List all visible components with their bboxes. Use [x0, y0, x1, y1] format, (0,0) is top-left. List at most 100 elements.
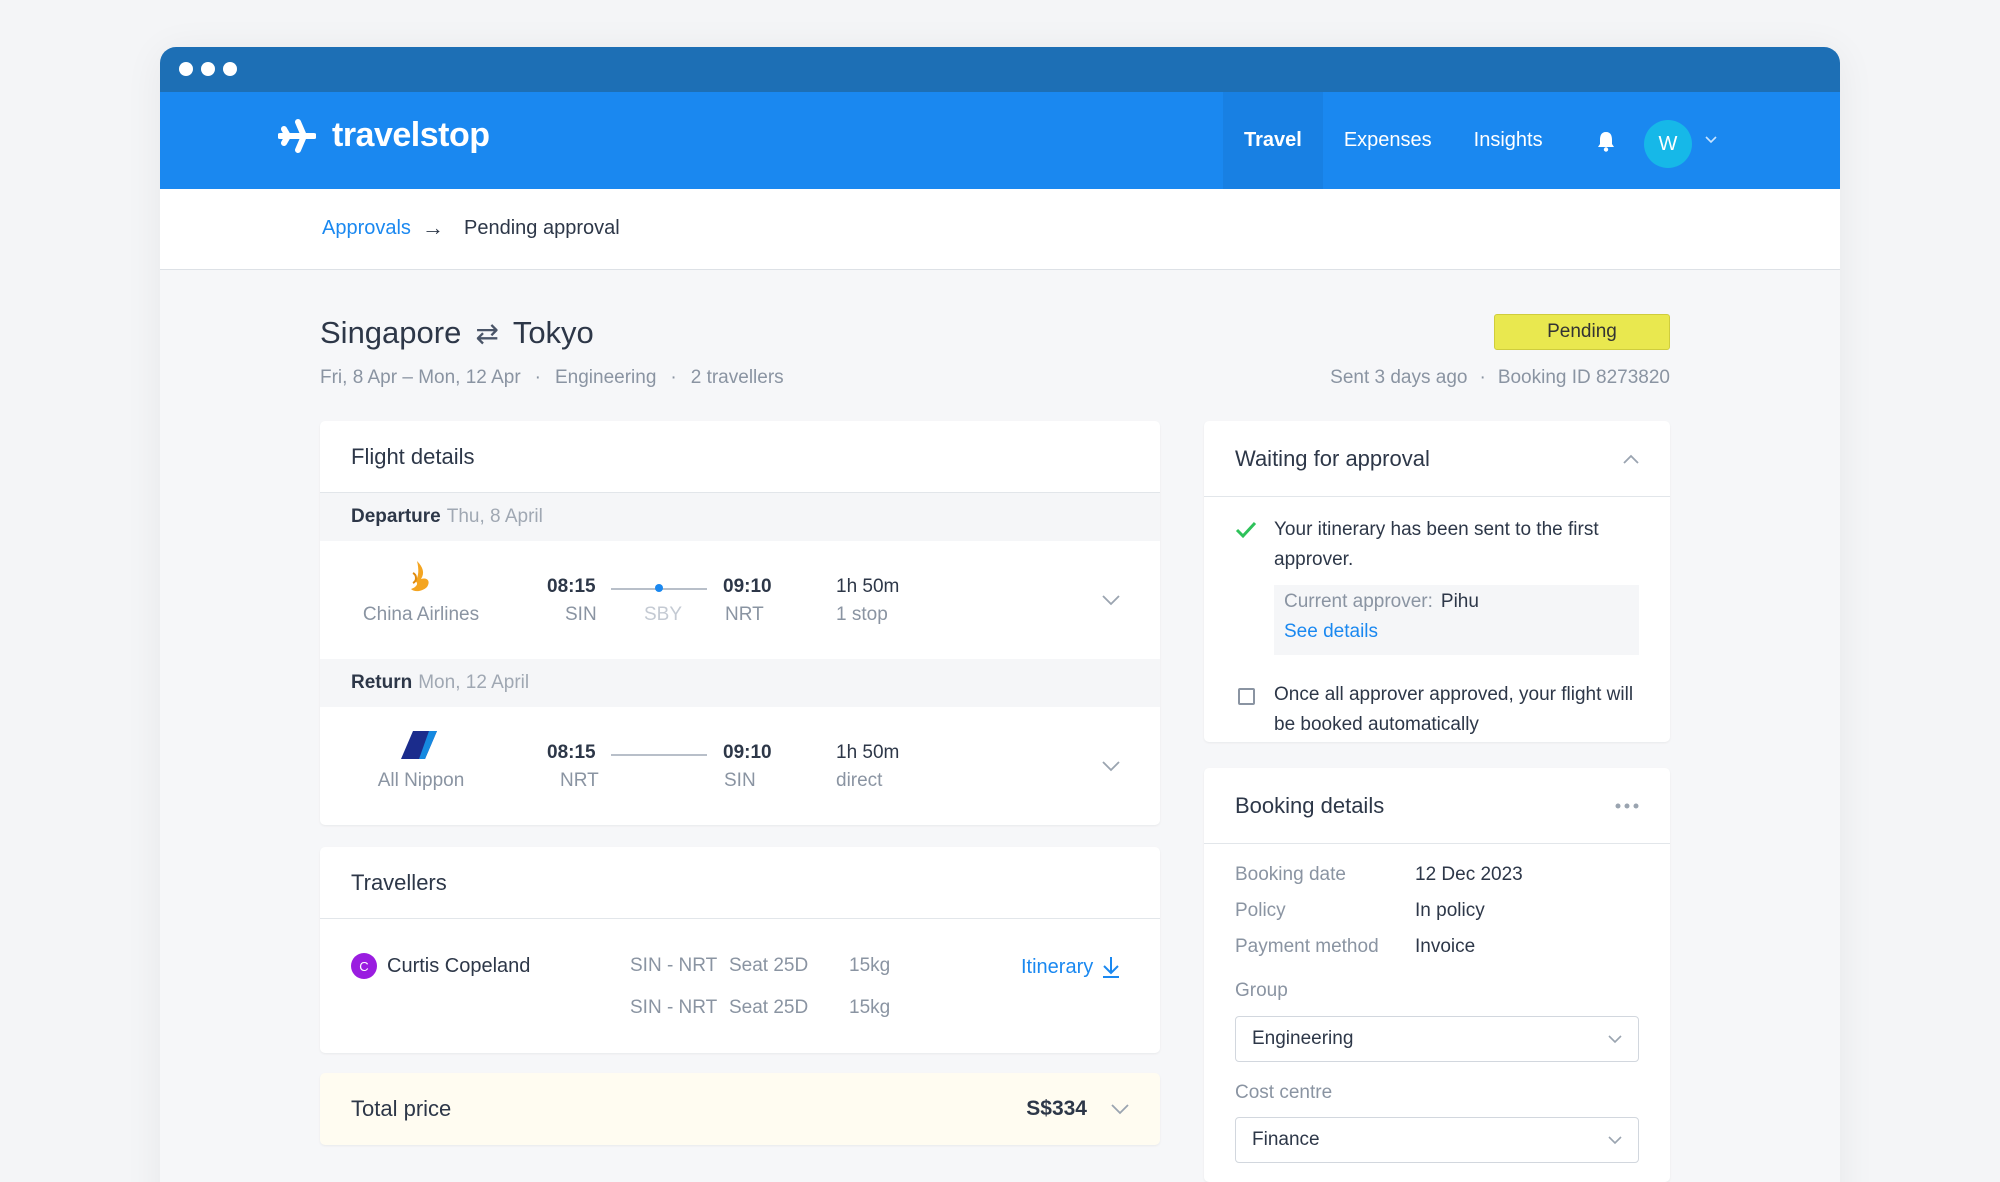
departure-label: Departure [351, 506, 441, 527]
user-avatar[interactable]: W [1644, 120, 1692, 168]
departure-time: 08:15 [547, 576, 596, 597]
airline-name: China Airlines [362, 604, 480, 625]
traveller-row: C Curtis Copeland SIN - NRT Seat 25D 15k… [320, 919, 1160, 1053]
arrival-code: SIN [724, 770, 756, 791]
segment-route: SIN - NRT [630, 997, 718, 1018]
traveller-avatar: C [351, 953, 377, 979]
page-title: Singapore ⇄ Tokyo [320, 315, 594, 351]
return-flight-row[interactable]: All Nippon 08:15 NRT 09:10 SIN 1h 50m di… [320, 707, 1160, 825]
swap-arrows-icon: ⇄ [475, 317, 499, 349]
status-badge: Pending [1494, 314, 1670, 350]
all-nippon-logo-icon [401, 731, 437, 759]
group-select-value: Engineering [1252, 1028, 1354, 1049]
flight-path-line [611, 754, 707, 756]
arrival-time: 09:10 [723, 576, 772, 597]
departure-flight-row[interactable]: China Airlines 08:15 SIN SBY 09:10 NRT 1… [320, 541, 1160, 659]
stop-code: SBY [644, 604, 683, 625]
departure-time: 08:15 [547, 742, 596, 763]
departure-header: Departure Thu, 8 April [320, 493, 1160, 541]
current-approver-label: Current approver: [1284, 591, 1433, 612]
return-label: Return [351, 672, 413, 693]
segment-baggage: 15kg [849, 997, 891, 1018]
travellers-header: Travellers [320, 847, 1160, 919]
itinerary-label: Itinerary [1021, 955, 1094, 978]
travellers-card: Travellers C Curtis Copeland SIN - NRT S… [320, 847, 1160, 1053]
departure-code: SIN [565, 604, 597, 625]
group-label: Group [1235, 980, 1288, 1001]
logo[interactable]: travelstop [278, 116, 490, 155]
chevron-down-icon[interactable] [1102, 594, 1120, 606]
current-approver-name: Pihu [1440, 591, 1479, 612]
breadcrumb-approvals-link[interactable]: Approvals [322, 217, 411, 240]
window-titlebar [160, 47, 1840, 92]
booking-details-title: Booking details [1235, 792, 1385, 818]
policy-value: In policy [1415, 900, 1485, 921]
flight-duration: 1h 50m [836, 576, 900, 597]
payment-method-value: Invoice [1415, 936, 1476, 957]
window-controls [179, 62, 237, 76]
airline-name: All Nippon [377, 770, 465, 791]
traveller-name: Curtis Copeland [387, 955, 531, 977]
download-icon [1103, 957, 1120, 978]
sent-time: Sent 3 days ago [1330, 367, 1468, 388]
approval-title: Waiting for approval [1235, 445, 1430, 471]
total-price-label: Total price [351, 1096, 452, 1121]
departure-date: Thu, 8 April [446, 506, 543, 527]
stop-dot [655, 584, 663, 592]
nav-link-travel[interactable]: Travel [1223, 92, 1323, 189]
arrival-code: NRT [725, 604, 764, 625]
segment-baggage: 15kg [849, 955, 891, 976]
approval-card: Waiting for approval Your itinerary has … [1204, 421, 1670, 742]
breadcrumb: Approvals → Pending approval [160, 189, 1840, 270]
itinerary-download-link[interactable]: Itinerary [1021, 955, 1121, 979]
auto-book-text: Once all approver approved, your flight … [1274, 684, 1634, 735]
return-header: Return Mon, 12 April [320, 659, 1160, 707]
cost-centre-select[interactable]: Finance [1235, 1117, 1639, 1163]
total-price-value: S$334 [1026, 1097, 1087, 1120]
trip-meta: Fri, 8 Apr – Mon, 12 Apr · Engineering · 2 t… [320, 367, 784, 388]
flight-details-header: Flight details [320, 421, 1160, 493]
payment-method-label: Payment method [1235, 936, 1379, 957]
group-select[interactable]: Engineering [1235, 1016, 1639, 1062]
chevron-down-icon[interactable] [1111, 1103, 1129, 1115]
window-close-button[interactable] [179, 62, 193, 76]
approval-body: Your itinerary has been sent to the firs… [1204, 497, 1670, 742]
chevron-up-icon[interactable] [1623, 454, 1639, 464]
flight-details-card: Flight details Departure Thu, 8 April Ch… [320, 421, 1160, 825]
chevron-down-icon [1608, 1034, 1622, 1043]
chevron-down-icon[interactable] [1705, 136, 1717, 144]
china-airlines-logo-icon [411, 561, 429, 592]
cost-centre-select-value: Finance [1252, 1129, 1320, 1150]
policy-label: Policy [1235, 900, 1286, 921]
see-details-link[interactable]: See details [1284, 621, 1629, 643]
more-options-icon[interactable] [1615, 803, 1639, 809]
flight-stops: 1 stop [836, 604, 888, 625]
total-price-card[interactable]: Total price S$334 [320, 1073, 1160, 1145]
segment-seat: Seat 25D [729, 955, 809, 976]
auto-book-checkbox[interactable] [1238, 688, 1255, 705]
approval-header[interactable]: Waiting for approval [1204, 421, 1670, 497]
departure-code: NRT [560, 770, 599, 791]
breadcrumb-arrow-icon: → [422, 215, 444, 240]
bell-icon[interactable] [1596, 130, 1616, 152]
flight-stops: direct [836, 770, 883, 791]
nav-link-expenses[interactable]: Expenses [1323, 92, 1453, 189]
flight-duration: 1h 50m [836, 742, 900, 763]
flight-details-title: Flight details [351, 443, 475, 469]
booking-details-card: Booking details Booking date 12 Dec 2023… [1204, 768, 1670, 1182]
chevron-down-icon [1608, 1135, 1622, 1144]
trip-dates: Fri, 8 Apr – Mon, 12 Apr [320, 367, 521, 388]
window-minimize-button[interactable] [201, 62, 215, 76]
logo-text: travelstop [332, 116, 490, 154]
booking-date-label: Booking date [1235, 864, 1346, 885]
booking-details-header: Booking details [1204, 768, 1670, 844]
trip-group: Engineering [554, 367, 657, 388]
nav-link-insights[interactable]: Insights [1453, 92, 1564, 189]
booking-id: Booking ID 8273820 [1497, 367, 1670, 388]
window-maximize-button[interactable] [223, 62, 237, 76]
booking-details-body: Booking date 12 Dec 2023 Policy In polic… [1204, 844, 1670, 1182]
trip-travellers-count: 2 travellers [690, 367, 784, 388]
chevron-down-icon[interactable] [1102, 760, 1120, 772]
travellers-title: Travellers [351, 869, 447, 895]
destination-city: Tokyo [512, 315, 594, 350]
